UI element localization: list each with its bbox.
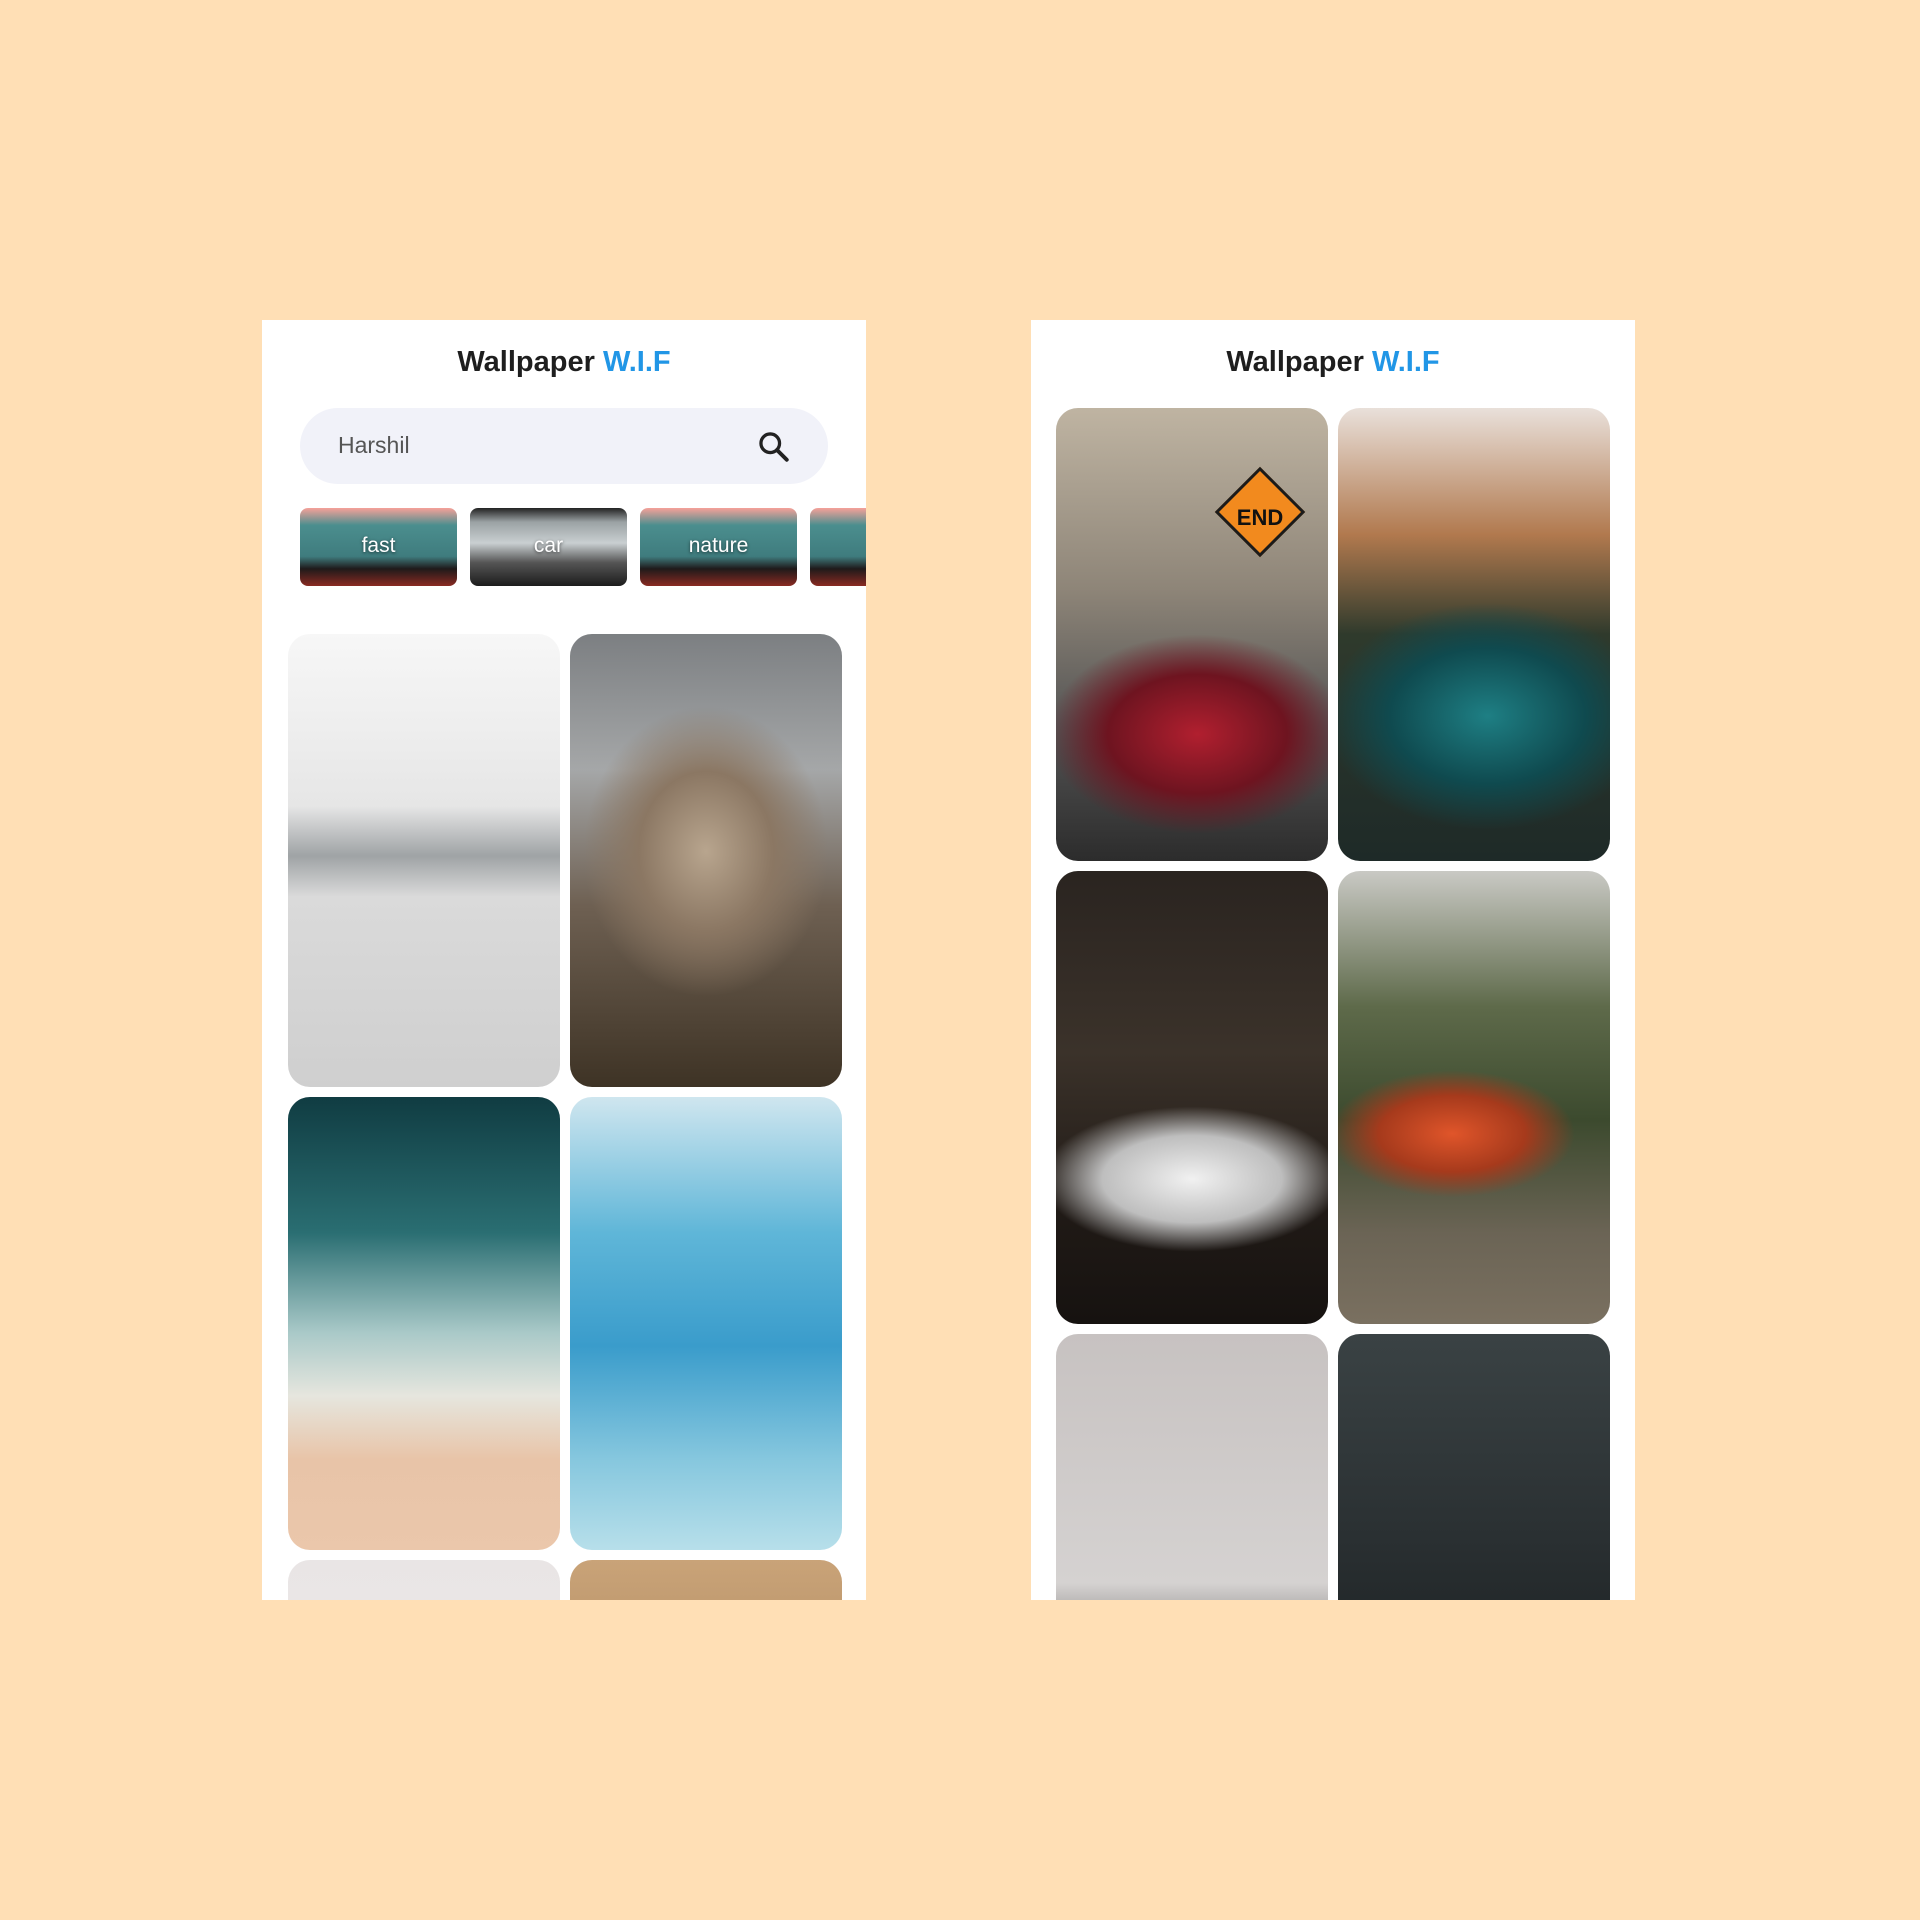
- wallpaper-tile-orange-car[interactable]: [1338, 871, 1610, 1324]
- wallpaper-tile-white-car[interactable]: [1056, 871, 1328, 1324]
- search-icon[interactable]: [756, 429, 792, 465]
- category-chip-nature[interactable]: nature: [640, 508, 797, 586]
- phone-screen-gallery: Wallpaper W.I.F: [1031, 320, 1635, 1600]
- category-chip-car[interactable]: car: [470, 508, 627, 586]
- app-title-main: Wallpaper: [457, 346, 603, 378]
- search-input[interactable]: Harshil: [300, 408, 828, 484]
- wallpaper-tile-dark-forest-car[interactable]: [1338, 1334, 1610, 1600]
- phone-screen-search: Wallpaper W.I.F Harshil fast car nature …: [262, 320, 866, 1600]
- category-chip-more[interactable]: f: [810, 508, 866, 586]
- app-title-accent: W.I.F: [602, 346, 671, 378]
- road-sign-text: END: [1236, 505, 1284, 530]
- wallpaper-tile-foggy-shore[interactable]: [288, 634, 560, 1087]
- app-title: Wallpaper W.I.F: [262, 346, 866, 379]
- wallpaper-tile-partial[interactable]: [288, 1560, 560, 1600]
- wallpaper-tile-red-car[interactable]: [1056, 408, 1328, 861]
- category-chip-label: f: [810, 534, 866, 558]
- wallpaper-tile-beach-waves[interactable]: [288, 1097, 560, 1550]
- category-chip-label: nature: [688, 534, 749, 557]
- category-chip-label: fast: [361, 534, 396, 557]
- search-input-value: Harshil: [338, 432, 410, 458]
- wallpaper-tile-grey-car[interactable]: [1056, 1334, 1328, 1600]
- wallpaper-tile-partial[interactable]: [570, 1560, 842, 1600]
- app-title-accent: W.I.F: [1371, 346, 1440, 378]
- category-chip-fast[interactable]: fast: [300, 508, 457, 586]
- category-chip-label: car: [533, 534, 564, 557]
- wallpaper-tile-swimmer[interactable]: [570, 1097, 842, 1550]
- app-title: Wallpaper W.I.F: [1031, 346, 1635, 379]
- wallpaper-tile-mountain[interactable]: [570, 634, 842, 1087]
- app-title-main: Wallpaper: [1226, 346, 1372, 378]
- wallpaper-tile-teal-car[interactable]: [1338, 408, 1610, 861]
